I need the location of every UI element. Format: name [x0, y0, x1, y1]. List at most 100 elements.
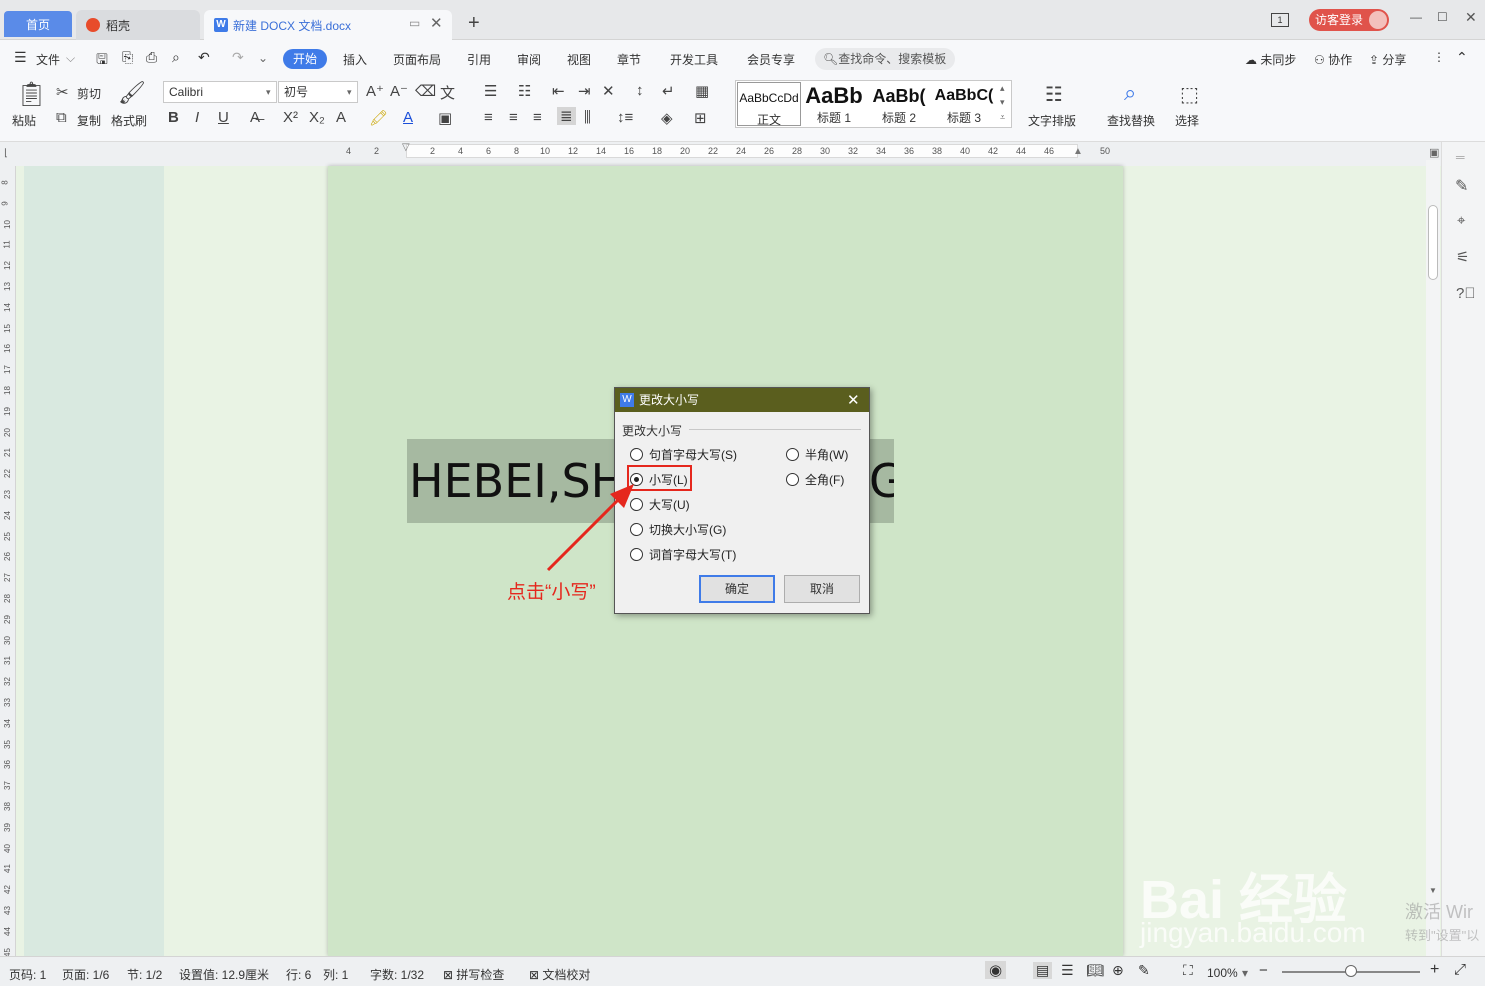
align-right-icon[interactable]: ≡ — [533, 109, 542, 126]
tab-home[interactable]: 首页 — [4, 11, 72, 37]
login-button[interactable]: 访客登录 — [1309, 9, 1389, 31]
style-normal[interactable]: AaBbCcDd 正文 — [737, 82, 801, 127]
write-mode-icon[interactable]: ✎ — [1138, 962, 1150, 979]
share-button[interactable]: ⇪ 分享 — [1369, 51, 1406, 68]
text-effect-icon[interactable]: A — [336, 109, 346, 126]
proofread-button[interactable]: ⊠ 文档校对 — [529, 966, 590, 983]
dialog-close-icon[interactable]: ✕ — [847, 391, 860, 409]
tab-references[interactable]: 引用 — [467, 51, 491, 68]
web-view-icon[interactable]: ⊕ — [1112, 962, 1124, 979]
font-size-select[interactable]: 初号 ▾ — [278, 81, 358, 103]
chevron-down-icon[interactable]: ▾ — [1242, 966, 1248, 980]
undo-icon[interactable]: ↶ — [198, 49, 210, 66]
show-marks-icon[interactable]: ↵ — [662, 82, 675, 100]
clear-format-icon[interactable]: ⌫ — [415, 82, 436, 100]
paste-icon[interactable]: 📋︎ — [16, 80, 46, 109]
distributed-icon[interactable]: ⫼ — [584, 109, 591, 126]
status-word-count[interactable]: 字数: 1/32 — [370, 966, 424, 983]
command-search[interactable]: 🔍︎查找命令、搜索模板 — [815, 48, 955, 70]
bullets-icon[interactable]: ☰ — [484, 82, 497, 100]
increase-indent-icon[interactable]: ⇥ — [578, 82, 591, 100]
tab-review[interactable]: 审阅 — [517, 51, 541, 68]
shading-icon[interactable]: ◈ — [661, 109, 673, 127]
cut-button[interactable]: 剪切 — [77, 85, 101, 102]
phonetic-guide-icon[interactable]: 文 — [440, 82, 455, 103]
superscript-icon[interactable]: X² — [283, 109, 298, 126]
style-scroll-up-icon[interactable]: ▴ — [1000, 83, 1005, 94]
style-heading-1[interactable]: AaBb 标题 1 — [802, 81, 866, 127]
tab-developer[interactable]: 开发工具 — [670, 51, 718, 68]
subscript-icon[interactable]: X₂ — [309, 109, 325, 126]
highlight-icon[interactable]: 🖍︎ — [369, 109, 388, 127]
radio-full-width[interactable]: 全角(F) — [786, 471, 844, 488]
tab-document[interactable]: W 新建 DOCX 文档.docx ▭ ✕ — [204, 10, 452, 40]
sync-status[interactable]: ☁ 未同步 — [1245, 51, 1296, 68]
more-icon[interactable]: ⋮ — [1433, 50, 1445, 64]
zoom-level[interactable]: 100% — [1207, 966, 1238, 980]
tab-stop-selector[interactable]: ⌊ — [4, 148, 8, 159]
cursor-select-icon[interactable]: ⌖ — [1457, 212, 1465, 229]
radio-sentence-case[interactable]: 句首字母大写(S) — [630, 446, 737, 463]
italic-button[interactable]: I — [195, 109, 199, 126]
radio-toggle-case[interactable]: 切换大小写(G) — [630, 521, 726, 538]
radio-half-width[interactable]: 半角(W) — [786, 446, 848, 463]
print-icon[interactable]: ⎙ — [146, 49, 157, 66]
status-column[interactable]: 列: 1 — [323, 966, 348, 983]
decrease-indent-icon[interactable]: ⇤ — [552, 82, 565, 100]
shrink-font-icon[interactable]: A⁻ — [390, 82, 408, 100]
cancel-button[interactable]: 取消 — [784, 575, 860, 603]
collaborate-button[interactable]: ⚇ 协作 — [1314, 51, 1352, 68]
hamburger-icon[interactable]: ☰ — [14, 49, 27, 66]
status-setting[interactable]: 设置值: 12.9厘米 — [179, 966, 269, 983]
reading-view-icon[interactable]: 📖︎ — [1086, 962, 1104, 979]
quick-access-more-icon[interactable]: ⌄ — [258, 51, 268, 65]
eye-protection-icon[interactable]: ◉ — [985, 961, 1007, 979]
text-layout-button[interactable]: 文字排版 — [1028, 112, 1076, 129]
style-heading-3[interactable]: AaBbC(标题 3 — [932, 81, 996, 127]
close-tab-icon[interactable]: ✕ — [430, 14, 443, 32]
fullscreen-icon[interactable]: ⤢ — [1454, 961, 1466, 978]
borders-icon[interactable]: ⊞ — [694, 109, 707, 127]
numbering-icon[interactable]: ☷ — [518, 82, 531, 100]
maximize-icon[interactable]: ☐ — [1437, 10, 1448, 24]
save-icon[interactable]: 🖫 — [96, 49, 108, 73]
font-color-icon[interactable]: A — [403, 109, 413, 126]
window-count-badge[interactable]: 1 — [1271, 13, 1289, 27]
tab-chapter[interactable]: 章节 — [617, 51, 641, 68]
radio-title-case[interactable]: 词首字母大写(T) — [630, 546, 736, 563]
table-icon[interactable]: ▦ — [695, 82, 709, 100]
style-expand-icon[interactable]: ⩡ — [1000, 112, 1005, 123]
menu-file[interactable]: 文件 — [36, 51, 60, 68]
edit-pen-icon[interactable]: ✎ — [1455, 176, 1468, 196]
tab-member[interactable]: 会员专享 — [747, 51, 795, 68]
print-preview-icon[interactable]: ⌕ — [172, 49, 180, 66]
first-line-indent-marker[interactable]: ▽ — [402, 142, 410, 153]
split-view-icon[interactable]: ▣ — [1429, 146, 1439, 159]
align-left-icon[interactable]: ≡ — [484, 109, 493, 126]
strikethrough-icon[interactable]: A̶ — [250, 109, 260, 126]
format-painter-button[interactable]: 格式刷 — [111, 112, 147, 129]
status-section[interactable]: 节: 1/2 — [127, 966, 162, 983]
select-button[interactable]: 选择 — [1175, 112, 1199, 129]
export-icon[interactable]: ⎘ — [122, 49, 133, 66]
right-indent-marker[interactable]: ▲ — [1073, 146, 1083, 157]
page-view-icon[interactable]: ▤ — [1033, 962, 1053, 979]
tab-daoke[interactable]: 稻壳 — [76, 10, 200, 40]
dialog-title-bar[interactable]: 更改大小写 — [615, 388, 869, 412]
char-border-icon[interactable]: ▣ — [438, 109, 452, 127]
find-replace-button[interactable]: 查找替换 — [1107, 112, 1155, 129]
grow-font-icon[interactable]: A⁺ — [366, 82, 384, 100]
minimize-icon[interactable]: — — [1410, 10, 1422, 24]
chinese-layout-icon[interactable]: ✕ — [602, 82, 615, 100]
zoom-in-icon[interactable]: + — [1430, 961, 1439, 979]
tab-insert[interactable]: 插入 — [343, 51, 367, 68]
status-row[interactable]: 行: 6 — [286, 966, 311, 983]
tab-view[interactable]: 视图 — [567, 51, 591, 68]
line-spacing-icon[interactable]: ↕≡ — [617, 109, 633, 126]
spell-check-button[interactable]: ⊠ 拼写检查 — [443, 966, 504, 983]
close-window-icon[interactable]: ✕ — [1465, 9, 1477, 26]
outline-view-icon[interactable]: ☰ — [1061, 962, 1074, 979]
zoom-out-icon[interactable]: − — [1259, 962, 1268, 979]
underline-button[interactable]: U — [218, 109, 229, 126]
style-heading-2[interactable]: AaBb(标题 2 — [867, 81, 931, 127]
